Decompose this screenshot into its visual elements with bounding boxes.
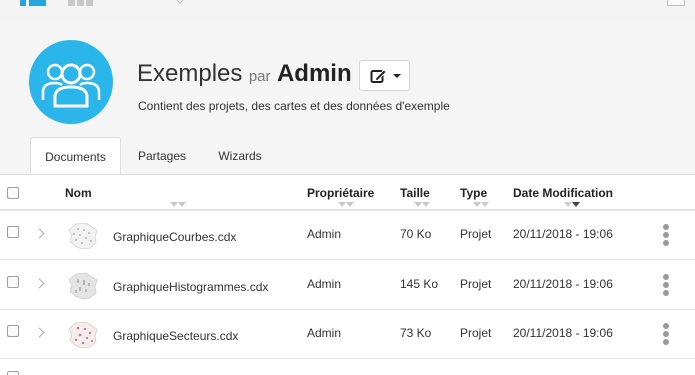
edit-icon xyxy=(370,69,387,83)
map-thumbnail xyxy=(68,272,98,300)
column-header-size[interactable]: Taille xyxy=(400,186,430,200)
file-modified: 20/11/2018 - 19:06 xyxy=(513,326,613,340)
chevron-right-icon[interactable] xyxy=(34,228,45,239)
sort-icon[interactable] xyxy=(338,202,354,208)
tab-documents[interactable]: Documents xyxy=(30,137,121,175)
file-owner: Admin xyxy=(307,277,342,291)
page-title: Exemples par Admin xyxy=(137,60,352,88)
tab-bar: Documents Partages Wizards xyxy=(0,137,695,175)
row-checkbox[interactable] xyxy=(7,325,19,337)
chevron-down-icon[interactable] xyxy=(174,0,186,4)
folder-owner: Admin xyxy=(276,60,352,87)
column-header-type[interactable]: Type xyxy=(460,186,487,200)
file-name[interactable]: GraphiqueSecteurs.cdx xyxy=(113,329,238,343)
file-name[interactable]: GraphiqueCourbes.cdx xyxy=(113,230,236,244)
table-row[interactable] xyxy=(0,359,695,375)
chevron-right-icon[interactable] xyxy=(34,327,45,338)
sort-icon[interactable] xyxy=(170,202,186,208)
more-vertical-icon[interactable] xyxy=(661,224,671,248)
file-type: Projet xyxy=(460,326,492,340)
map-thumbnail xyxy=(68,321,98,349)
sort-icon[interactable] xyxy=(414,202,430,208)
file-size: 70 Ko xyxy=(400,227,432,241)
sort-desc-icon[interactable] xyxy=(564,202,580,208)
edit-dropdown-button[interactable] xyxy=(359,60,410,91)
file-owner: Admin xyxy=(307,227,342,241)
panel-icon[interactable] xyxy=(667,0,685,6)
more-vertical-icon[interactable] xyxy=(661,274,671,298)
row-checkbox[interactable] xyxy=(7,371,19,375)
table-row[interactable]: GraphiqueHistogrammes.cdx Admin 145 Ko P… xyxy=(0,261,695,310)
table-row[interactable]: GraphiqueSecteurs.cdx Admin 73 Ko Projet… xyxy=(0,310,695,359)
sort-icon[interactable] xyxy=(473,202,489,208)
table-row[interactable]: GraphiqueCourbes.cdx Admin 70 Ko Projet … xyxy=(0,211,695,260)
file-size: 145 Ko xyxy=(400,277,439,291)
file-type: Projet xyxy=(460,277,492,291)
grid-view-icon[interactable] xyxy=(68,0,94,8)
row-checkbox[interactable] xyxy=(7,226,19,238)
column-header-owner[interactable]: Propriétaire xyxy=(307,186,374,200)
folder-title: Exemples xyxy=(137,60,243,87)
users-group-icon xyxy=(29,40,113,124)
select-all-checkbox[interactable] xyxy=(7,187,19,199)
list-view-icon[interactable] xyxy=(20,0,46,8)
row-checkbox[interactable] xyxy=(7,276,19,288)
tab-wizards[interactable]: Wizards xyxy=(206,137,274,175)
file-type: Projet xyxy=(460,227,492,241)
folder-description: Contient des projets, des cartes et des … xyxy=(138,99,450,113)
chevron-right-icon[interactable] xyxy=(34,278,45,289)
file-size: 73 Ko xyxy=(400,326,432,340)
more-vertical-icon[interactable] xyxy=(661,323,671,347)
tab-partages[interactable]: Partages xyxy=(126,137,198,175)
top-toolbar xyxy=(0,0,695,22)
by-label: par xyxy=(248,68,271,85)
column-header-modified[interactable]: Date Modification xyxy=(513,186,613,200)
file-modified: 20/11/2018 - 19:06 xyxy=(513,227,613,241)
map-thumbnail xyxy=(68,222,98,250)
file-owner: Admin xyxy=(307,326,342,340)
column-header-name[interactable]: Nom xyxy=(65,186,92,200)
table-header: Nom Propriétaire Taille Type Date Modifi… xyxy=(0,175,695,211)
caret-down-icon xyxy=(393,74,401,78)
file-modified: 20/11/2018 - 19:06 xyxy=(513,277,613,291)
file-name[interactable]: GraphiqueHistogrammes.cdx xyxy=(113,280,268,294)
